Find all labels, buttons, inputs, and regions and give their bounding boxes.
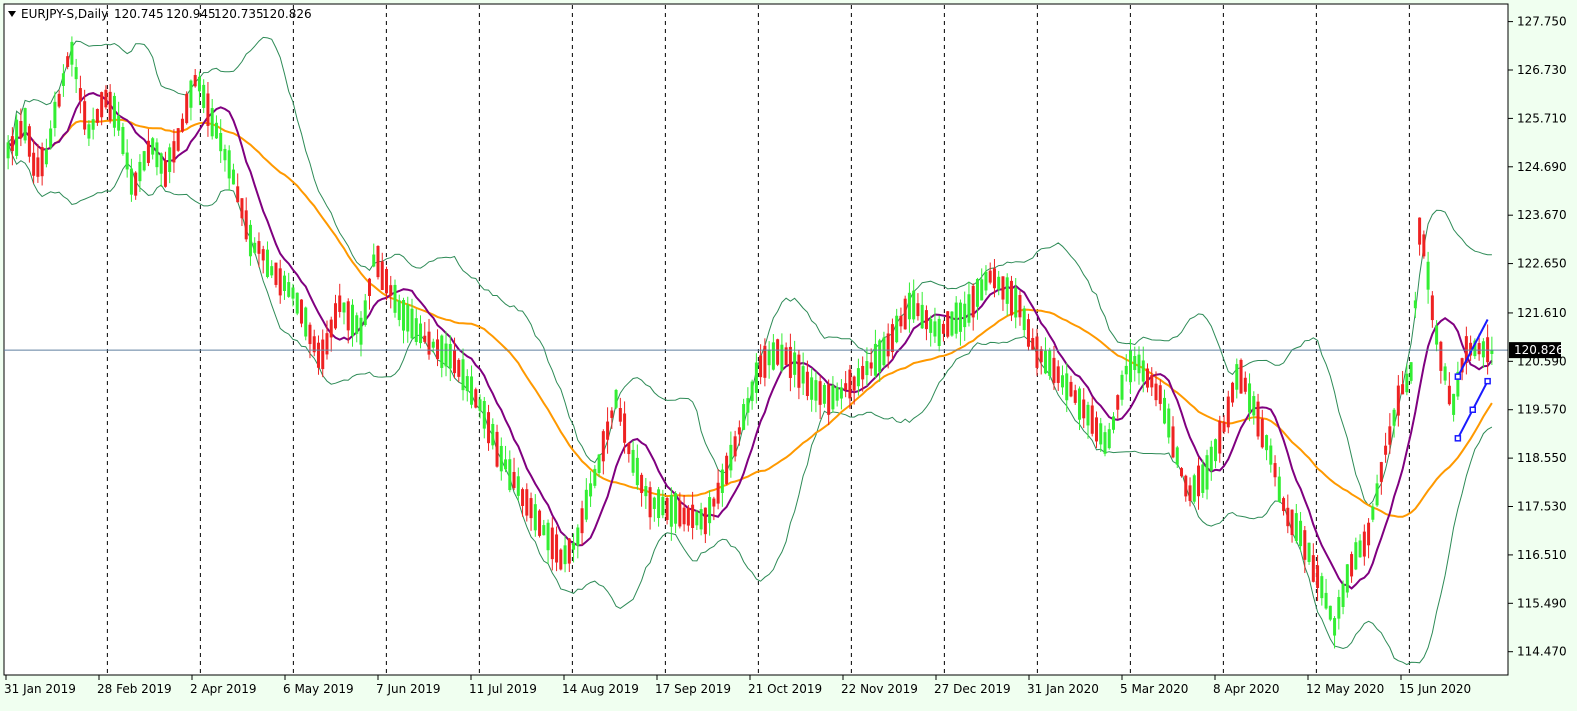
time-tick-label: 21 Oct 2019 xyxy=(748,682,822,696)
candle xyxy=(950,311,954,337)
candle xyxy=(304,306,308,341)
channel-anchor-handle[interactable] xyxy=(1454,435,1462,442)
candle xyxy=(1226,390,1230,434)
candle xyxy=(376,245,380,280)
candle xyxy=(1409,361,1413,384)
channel-anchor-handle[interactable] xyxy=(1484,377,1491,385)
candle xyxy=(1048,347,1052,380)
candle xyxy=(299,299,303,328)
time-tick-label: 27 Dec 2019 xyxy=(934,682,1011,696)
candle xyxy=(1192,473,1196,504)
current-price-label: 120.826 xyxy=(1514,343,1564,357)
open-price: 120.745 xyxy=(114,7,164,21)
price-tick-label: 118.550 xyxy=(1517,451,1567,465)
price-tick-label: 123.670 xyxy=(1517,208,1567,222)
channel-anchor-handle[interactable] xyxy=(1454,373,1462,380)
candle xyxy=(903,295,907,330)
time-tick-label: 5 Mar 2020 xyxy=(1120,682,1188,696)
time-tick-label: 14 Aug 2019 xyxy=(562,682,639,696)
time-tick-label: 11 Jul 2019 xyxy=(469,682,537,696)
price-tick-label: 114.470 xyxy=(1517,645,1567,659)
symbol-period-label: EURJPY-S,Daily xyxy=(21,7,108,21)
candle xyxy=(1422,230,1426,259)
low-price: 120.735 xyxy=(214,7,264,21)
candle xyxy=(15,114,19,160)
candle xyxy=(1307,542,1311,565)
candle xyxy=(23,107,27,144)
time-tick-label: 6 May 2019 xyxy=(283,682,354,696)
time-tick-label: 7 Jun 2019 xyxy=(376,682,441,696)
candle xyxy=(614,388,618,410)
price-tick-label: 122.650 xyxy=(1517,257,1567,271)
candle xyxy=(185,91,189,125)
close-price: 120.826 xyxy=(262,7,312,21)
price-tick-label: 127.750 xyxy=(1517,15,1567,29)
candle xyxy=(725,452,729,486)
candle xyxy=(937,315,941,352)
time-tick-label: 31 Jan 2019 xyxy=(4,682,76,696)
time-tick-label: 17 Sep 2019 xyxy=(655,682,731,696)
candle xyxy=(1201,459,1205,498)
price-tick-label: 119.570 xyxy=(1517,403,1567,417)
candle xyxy=(776,338,780,367)
chart-canvas[interactable]: 127.750 126.730 125.710 124.690 123.670 122.6… xyxy=(0,0,1577,707)
candle xyxy=(1354,537,1358,571)
candle xyxy=(295,292,299,316)
candle xyxy=(274,262,278,288)
time-tick-label: 8 Apr 2020 xyxy=(1213,682,1280,696)
price-tick-label: 125.710 xyxy=(1517,111,1567,125)
candle xyxy=(134,171,138,200)
candle xyxy=(121,122,125,156)
time-tick-label: 2 Apr 2019 xyxy=(190,682,257,696)
candle xyxy=(559,548,563,571)
candle xyxy=(176,127,180,152)
price-tick-label: 126.730 xyxy=(1517,63,1567,77)
candle xyxy=(1328,605,1332,622)
price-tick-label: 116.510 xyxy=(1517,548,1567,562)
candle xyxy=(1026,313,1030,351)
price-tick-label: 115.490 xyxy=(1517,596,1567,610)
candle xyxy=(1009,275,1013,322)
candle xyxy=(1180,467,1184,478)
time-tick-label: 28 Feb 2019 xyxy=(97,682,172,696)
candle xyxy=(393,279,397,318)
price-tick-label: 124.690 xyxy=(1517,160,1567,174)
candle xyxy=(538,509,542,538)
candle xyxy=(474,387,478,409)
candle xyxy=(1239,358,1243,394)
channel-anchor-handle[interactable] xyxy=(1469,406,1476,413)
price-tick-label: 121.610 xyxy=(1517,306,1567,320)
price-chart[interactable]: 127.750 126.730 125.710 124.690 123.670 122.6… xyxy=(0,0,1577,707)
high-price: 120.945 xyxy=(166,7,216,21)
time-tick-label: 22 Nov 2019 xyxy=(841,682,918,696)
candle xyxy=(1175,445,1179,469)
time-tick-label: 31 Jan 2020 xyxy=(1027,682,1099,696)
candle xyxy=(946,310,950,339)
time-tick-label: 15 Jun 2020 xyxy=(1399,682,1471,696)
chart-header: EURJPY-S,Daily 120.745 120.945 120.735 1… xyxy=(8,7,312,21)
candle xyxy=(142,150,146,172)
time-tick-label: 12 May 2020 xyxy=(1306,682,1384,696)
price-tick-label: 117.530 xyxy=(1517,500,1567,514)
